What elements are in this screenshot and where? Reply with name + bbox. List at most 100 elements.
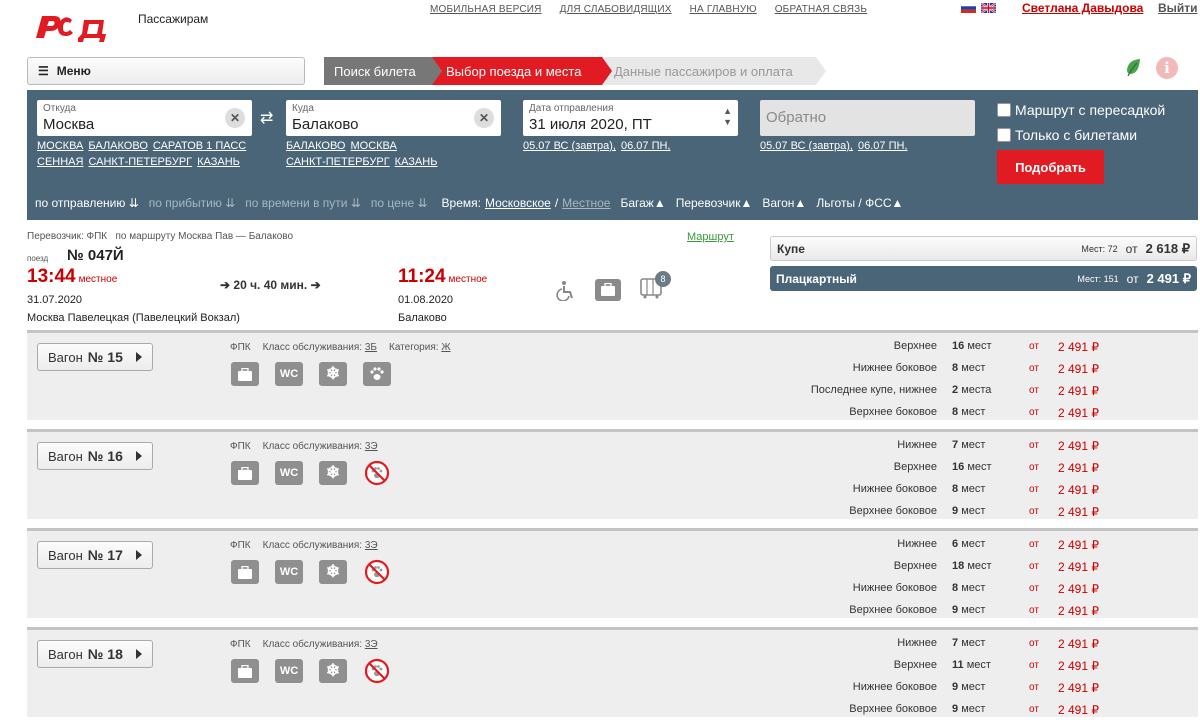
transfer-checkbox[interactable]: Маршрут с пересадкой [997, 102, 1165, 118]
seat-count-unit: мест [961, 637, 986, 649]
info-icon[interactable]: i [1156, 57, 1178, 79]
car-class-value[interactable]: 3Б [365, 342, 377, 353]
car-category-value[interactable]: Ж [441, 342, 450, 353]
car-class-value[interactable]: 3Э [365, 441, 378, 452]
seat-row[interactable]: Верхнее 18 мест от 2 491 ₽ [747, 560, 1187, 582]
quick-from-sennaya[interactable]: СЕННАЯ [37, 156, 83, 168]
clear-to-icon[interactable]: ✕ [474, 108, 494, 128]
return-date-field[interactable]: Обратно [760, 100, 975, 136]
user-name-link[interactable]: Светлана Давыдова [1022, 1, 1143, 15]
seat-row[interactable]: Нижнее боковое 8 мест от 2 491 ₽ [747, 582, 1187, 604]
sort-by-price[interactable]: по цене ⇊ [371, 196, 428, 210]
low-vision-link[interactable]: ДЛЯ СЛАБОВИДЯЩИХ [560, 4, 672, 15]
logout-link[interactable]: Выйти [1158, 1, 1198, 15]
filter-baggage[interactable]: Багаж▲ [620, 196, 665, 210]
sort-price-label: по цене [370, 196, 415, 210]
car-class-value[interactable]: 3Э [365, 540, 378, 551]
car-seats: Нижнее 7 мест от 2 491 ₽ Верхнее 11 мест от 2 4… [747, 637, 1187, 725]
seat-row[interactable]: Верхнее боковое 9 мест от 2 491 ₽ [747, 505, 1187, 527]
checkbox-icon[interactable] [997, 103, 1011, 117]
seat-count: 9 мест [952, 681, 985, 693]
quick-from-kazan[interactable]: КАЗАНЬ [197, 156, 240, 168]
seat-price: 2 491 ₽ [1058, 560, 1099, 574]
time-moscow-toggle[interactable]: Московское [485, 196, 551, 210]
quick-to-spb[interactable]: САНКТ-ПЕТЕРБУРГ [286, 156, 390, 168]
car-class: Класс обслуживания: 3Э [263, 540, 378, 551]
swap-icon[interactable]: ⇄ [260, 108, 273, 128]
departure-date: 31.07.2020 [27, 294, 83, 306]
quick-from-balakovo[interactable]: БАЛАКОВО [88, 140, 147, 152]
seat-row[interactable]: Нижнее 7 мест от 2 491 ₽ [747, 439, 1187, 461]
seat-from: от [1029, 440, 1039, 451]
filter-carrier[interactable]: Перевозчик▲ [676, 196, 753, 210]
car-button[interactable]: Вагон № 15 [37, 343, 153, 371]
duration-text: 20 ч. 40 мин. [233, 278, 308, 292]
quick-return-monday[interactable]: 06.07 ПН, [858, 140, 908, 152]
seat-from: от [1029, 407, 1039, 418]
checkbox-icon[interactable] [997, 128, 1011, 142]
seat-row[interactable]: Верхнее боковое 9 мест от 2 491 ₽ [747, 604, 1187, 626]
uk-flag-icon[interactable] [981, 3, 996, 13]
quick-to-kazan[interactable]: КАЗАНЬ [395, 156, 438, 168]
seat-row[interactable]: Верхнее 16 мест от 2 491 ₽ [747, 340, 1187, 362]
quick-return-tomorrow[interactable]: 05.07 ВС (завтра), [760, 140, 853, 152]
sort-by-departure[interactable]: по отправлению ⇊ [35, 196, 139, 210]
from-field[interactable]: Откуда Москва ✕ [37, 100, 252, 136]
class-platskart-row[interactable]: Плацкартный Мест: 151 от 2 491 ₽ [770, 266, 1197, 291]
rzd-logo[interactable] [32, 8, 124, 48]
seat-count-unit: мест [961, 483, 986, 495]
seat-type: Верхнее боковое [849, 604, 937, 616]
sort-by-duration[interactable]: по времени в пути ⇊ [245, 196, 361, 210]
seat-row[interactable]: Верхнее боковое 9 мест от 2 491 ₽ [747, 703, 1187, 725]
cars-count-badge: 8 [655, 271, 671, 287]
seat-count-unit: мест [961, 505, 986, 517]
quick-from-saratov[interactable]: САРАТОВ 1 ПАСС [153, 140, 246, 152]
seat-row[interactable]: Верхнее 16 мест от 2 491 ₽ [747, 461, 1187, 483]
cars-scheme[interactable]: 8 [639, 271, 671, 304]
seat-row[interactable]: Верхнее 11 мест от 2 491 ₽ [747, 659, 1187, 681]
quick-from-spb[interactable]: САНКТ-ПЕТЕРБУРГ [88, 156, 192, 168]
date-stepper-icon[interactable]: ▲ ▼ [723, 106, 732, 128]
clear-from-icon[interactable]: ✕ [225, 108, 245, 128]
quick-to-moscow[interactable]: МОСКВА [350, 140, 396, 152]
date-field[interactable]: Дата отправления 31 июля 2020, ПТ ▲ ▼ [523, 100, 738, 136]
seat-from: от [1029, 704, 1039, 715]
class-kupe-row[interactable]: Купе Мест: 72 от 2 618 ₽ [770, 236, 1197, 261]
home-link[interactable]: НА ГЛАВНУЮ [690, 4, 757, 15]
seat-row[interactable]: Верхнее боковое 8 мест от 2 491 ₽ [747, 406, 1187, 428]
quick-date-tomorrow[interactable]: 05.07 ВС (завтра), [523, 140, 616, 152]
seat-row[interactable]: Нижнее 7 мест от 2 491 ₽ [747, 637, 1187, 659]
find-button[interactable]: Подобрать [997, 150, 1104, 184]
step-search[interactable]: Поиск билета [324, 57, 442, 85]
seat-row[interactable]: Последнее купе, нижнее 2 места от 2 491 ₽ [747, 384, 1187, 406]
russian-flag-icon[interactable] [961, 3, 976, 13]
feedback-link[interactable]: ОБРАТНАЯ СВЯЗЬ [775, 4, 867, 15]
car-button[interactable]: Вагон № 17 [37, 541, 153, 569]
car-button[interactable]: Вагон № 16 [37, 442, 153, 470]
seat-row[interactable]: Нижнее боковое 8 мест от 2 491 ₽ [747, 483, 1187, 505]
route-text: по маршруту Москва Пав — Балаково [115, 231, 294, 242]
mobile-version-link[interactable]: МОБИЛЬНАЯ ВЕРСИЯ [430, 4, 542, 15]
seat-count: 2 места [952, 384, 991, 396]
seat-row[interactable]: Нижнее боковое 9 мест от 2 491 ₽ [747, 681, 1187, 703]
menu-button[interactable]: ☰ Меню [27, 57, 305, 85]
tickets-only-checkbox[interactable]: Только с билетами [997, 127, 1137, 143]
car-features: WC ❄ [231, 658, 391, 684]
car-meta: ФПК Класс обслуживания: 3Э [230, 639, 378, 650]
quick-from-moscow[interactable]: МОСКВА [37, 140, 83, 152]
filter-car[interactable]: Вагон▲ [762, 196, 806, 210]
filter-benefits[interactable]: Льготы / ФСС▲ [816, 196, 903, 210]
seat-row[interactable]: Нижнее боковое 8 мест от 2 491 ₽ [747, 362, 1187, 384]
car-class-label: Класс обслуживания: [262, 639, 363, 650]
car-class-value[interactable]: 3Э [365, 639, 378, 650]
to-field[interactable]: Куда Балаково ✕ [286, 100, 501, 136]
route-link[interactable]: Маршрут [687, 231, 734, 243]
quick-to-balakovo[interactable]: БАЛАКОВО [286, 140, 345, 152]
car-button[interactable]: Вагон № 18 [37, 640, 153, 668]
booking-steps: Поиск билета Выбор поезда и места Данные… [324, 57, 826, 85]
quick-date-monday[interactable]: 06.07 ПН, [621, 140, 671, 152]
leaf-icon[interactable] [1124, 58, 1142, 78]
sort-by-arrival[interactable]: по прибытию ⇊ [149, 196, 235, 210]
seat-row[interactable]: Нижнее 6 мест от 2 491 ₽ [747, 538, 1187, 560]
time-local-toggle[interactable]: Местное [562, 196, 610, 210]
